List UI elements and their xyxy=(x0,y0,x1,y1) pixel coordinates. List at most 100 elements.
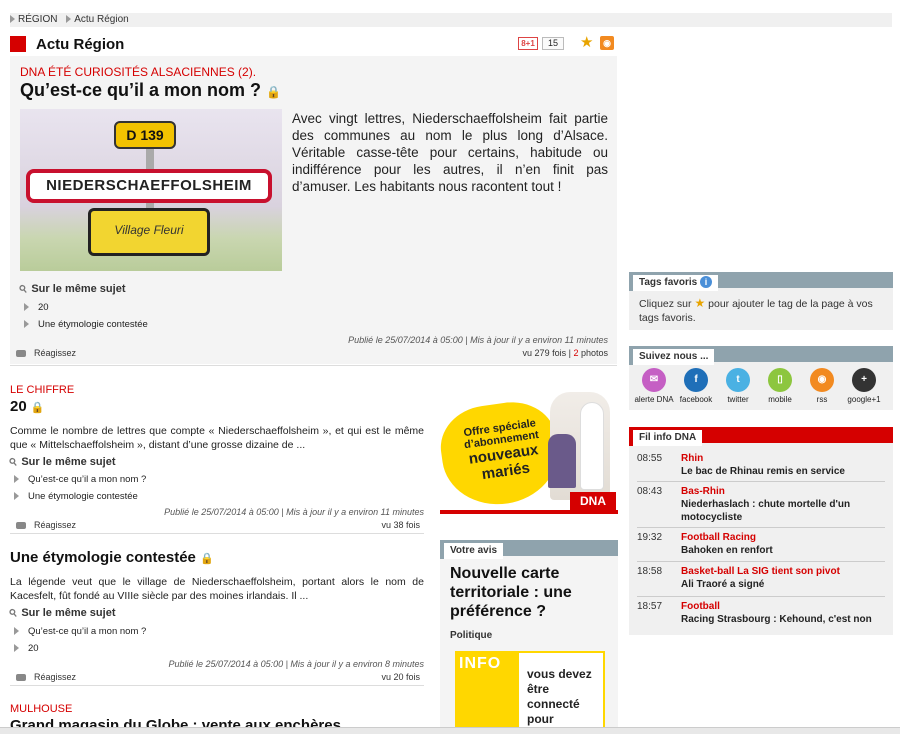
arrow-icon xyxy=(14,644,19,653)
login-info-box[interactable]: INFO vous devez être connecté pour xyxy=(455,651,605,734)
groom-figure xyxy=(548,434,576,488)
fil-info-item[interactable]: 08:55 Rhin Le bac de Rhinau remis en servi… xyxy=(637,453,885,481)
tags-header-wrap: Tags favoris i xyxy=(629,275,718,291)
promo-banner[interactable]: Offre spéciale d’abonnement nouveaux mar… xyxy=(435,388,618,516)
social-link-rss[interactable]: ◉ rss xyxy=(801,368,843,404)
arrow-icon xyxy=(24,303,29,312)
lead-meta: Publié le 25/07/2014 à 05:00 | Mis à jou… xyxy=(348,335,608,345)
react-link[interactable]: Réagissez xyxy=(16,348,76,358)
fil-category[interactable]: Bas-Rhin xyxy=(681,486,725,497)
react-link[interactable]: Réagissez xyxy=(16,672,76,682)
fil-headline[interactable]: Le bac de Rhinau remis en service xyxy=(681,465,885,478)
article2-views: vu 38 fois xyxy=(381,520,420,530)
village-fleuri-label: Village Fleuri xyxy=(91,211,207,253)
article2-meta: Publié le 25/07/2014 à 05:00 | Mis à jou… xyxy=(164,507,424,517)
related-link-label[interactable]: Une étymologie contestée xyxy=(38,319,148,330)
fil-info-item[interactable]: 19:32 Football Racing Bahoken en renfort xyxy=(637,532,885,561)
section-header: Actu Région 8+1 15 ★ ◉ xyxy=(10,34,617,56)
related-link-label[interactable]: Qu’est-ce qu’il a mon nom ? xyxy=(28,626,146,637)
react-link[interactable]: Réagissez xyxy=(16,520,76,530)
vote-header: Votre avis xyxy=(440,540,618,559)
lead-text: Avec vingt lettres, Niederschaeffolsheim… xyxy=(292,111,608,194)
info-icon[interactable]: i xyxy=(699,276,712,289)
lead-title-wrap[interactable]: Qu’est-ce qu’il a mon nom ? 🔒 xyxy=(20,80,281,101)
article3-title[interactable]: Une étymologie contestée xyxy=(10,549,196,566)
fil-headline[interactable]: Ali Traoré a signé xyxy=(681,578,885,591)
same-topic-label: Sur le même sujet xyxy=(21,456,116,468)
fil-category[interactable]: Rhin xyxy=(681,453,703,464)
fil-category[interactable]: Basket-ball La SIG tient son pivot xyxy=(681,566,840,577)
social-link-mobile[interactable]: ▯ mobile xyxy=(759,368,801,404)
social-label: twitter xyxy=(727,395,749,404)
lead-image[interactable]: D 139 NIEDERSCHAEFFOLSHEIM Village Fleur… xyxy=(20,109,282,271)
tags-panel: Tags favoris i Cliquez sur ★ pour ajoute… xyxy=(629,272,893,330)
article2-kicker[interactable]: LE CHIFFRE xyxy=(10,384,74,396)
article2-title[interactable]: 20 xyxy=(10,398,27,415)
fil-info-item[interactable]: 18:57 Football Racing Strasbourg : Kehound… xyxy=(637,601,885,629)
comment-icon xyxy=(16,350,26,358)
horizontal-scrollbar[interactable] xyxy=(0,727,900,734)
tags-text: Cliquez sur ★ pour ajouter le tag de la … xyxy=(639,296,887,325)
fil-info-header: Fil info DNA xyxy=(629,427,893,446)
social-link-twitter[interactable]: t twitter xyxy=(717,368,759,404)
lead-title[interactable]: Qu’est-ce qu’il a mon nom ? xyxy=(20,80,261,100)
fil-time: 18:58 xyxy=(637,566,663,577)
fil-category[interactable]: Football xyxy=(681,601,720,612)
social-label: google+1 xyxy=(847,395,881,404)
fil-headline[interactable]: Racing Strasbourg : Kehound, c'est non xyxy=(681,613,885,626)
twitter-icon: t xyxy=(726,368,750,392)
social-link-googleplus[interactable]: + google+1 xyxy=(843,368,885,404)
related-link[interactable]: Qu’est-ce qu’il a mon nom ? xyxy=(14,626,146,637)
article3-meta: Publié le 25/07/2014 à 05:00 | Mis à jou… xyxy=(168,659,425,669)
lead-kicker[interactable]: DNA ÉTÉ CURIOSITÉS ALSACIENNES (2). xyxy=(20,65,256,79)
fil-time: 08:55 xyxy=(637,453,663,464)
fil-headline[interactable]: Niederhaslach : chute mortelle d'un moto… xyxy=(681,498,885,524)
related-link[interactable]: Une étymologie contestée xyxy=(24,319,148,330)
react-label[interactable]: Réagissez xyxy=(34,348,76,358)
vote-question[interactable]: Nouvelle carte territoriale : une préfér… xyxy=(450,564,610,621)
react-label[interactable]: Réagissez xyxy=(34,672,76,682)
photos-count[interactable]: 2 xyxy=(573,348,578,358)
paperclip-icon: ⚲ xyxy=(17,282,31,297)
social-label: mobile xyxy=(768,395,792,404)
section-marker xyxy=(10,36,26,52)
breadcrumb-item-region[interactable]: RÉGION xyxy=(18,14,57,25)
fil-category[interactable]: Football Racing xyxy=(681,532,756,543)
related-link[interactable]: Une étymologie contestée xyxy=(14,491,138,502)
related-link-label[interactable]: 20 xyxy=(28,643,39,654)
googleplus-button[interactable]: 8+1 xyxy=(518,37,538,50)
info-label: INFO xyxy=(459,655,502,672)
related-link[interactable]: 20 xyxy=(14,643,39,654)
article4-kicker[interactable]: MULHOUSE xyxy=(10,703,72,715)
facebook-icon: f xyxy=(684,368,708,392)
article3-views: vu 20 fois xyxy=(381,672,420,682)
googleplus-icon: + xyxy=(852,368,876,392)
photos-label[interactable]: photos xyxy=(581,348,608,358)
social-label: facebook xyxy=(679,395,713,404)
divider xyxy=(10,365,617,366)
related-link[interactable]: Qu’est-ce qu’il a mon nom ? xyxy=(14,474,146,485)
social-link-facebook[interactable]: f facebook xyxy=(675,368,717,404)
react-label[interactable]: Réagissez xyxy=(34,520,76,530)
vote-header-label: Votre avis xyxy=(440,543,504,559)
fil-headline[interactable]: Bahoken en renfort xyxy=(681,544,885,557)
social-link-alert[interactable]: ✉ alerte DNA xyxy=(633,368,675,404)
rss-icon[interactable]: ◉ xyxy=(600,36,614,50)
breadcrumb-item-actu-region[interactable]: Actu Région xyxy=(74,14,128,25)
fil-info-item[interactable]: 18:58 Basket-ball La SIG tient son pivot A… xyxy=(637,566,885,596)
related-link-label[interactable]: Une étymologie contestée xyxy=(28,491,138,502)
lock-icon: 🔒 xyxy=(30,402,45,414)
views-count: vu 279 fois | xyxy=(522,348,571,358)
googleplus-count: 15 xyxy=(542,37,564,50)
related-link-label[interactable]: Qu’est-ce qu’il a mon nom ? xyxy=(28,474,146,485)
tags-header-label: Tags favoris xyxy=(639,277,698,288)
favorite-star-icon[interactable]: ★ xyxy=(580,35,593,51)
article3-title-wrap[interactable]: Une étymologie contestée 🔒 xyxy=(10,549,214,566)
village-fleuri-sign: Village Fleuri xyxy=(88,208,210,256)
same-topic-label: Sur le même sujet xyxy=(21,607,116,619)
fil-divider xyxy=(637,596,885,597)
related-link-label[interactable]: 20 xyxy=(38,302,49,313)
article2-title-wrap[interactable]: 20 🔒 xyxy=(10,398,45,415)
fil-info-item[interactable]: 08:43 Bas-Rhin Niederhaslach : chute morte… xyxy=(637,486,885,527)
related-link[interactable]: 20 xyxy=(24,302,49,313)
